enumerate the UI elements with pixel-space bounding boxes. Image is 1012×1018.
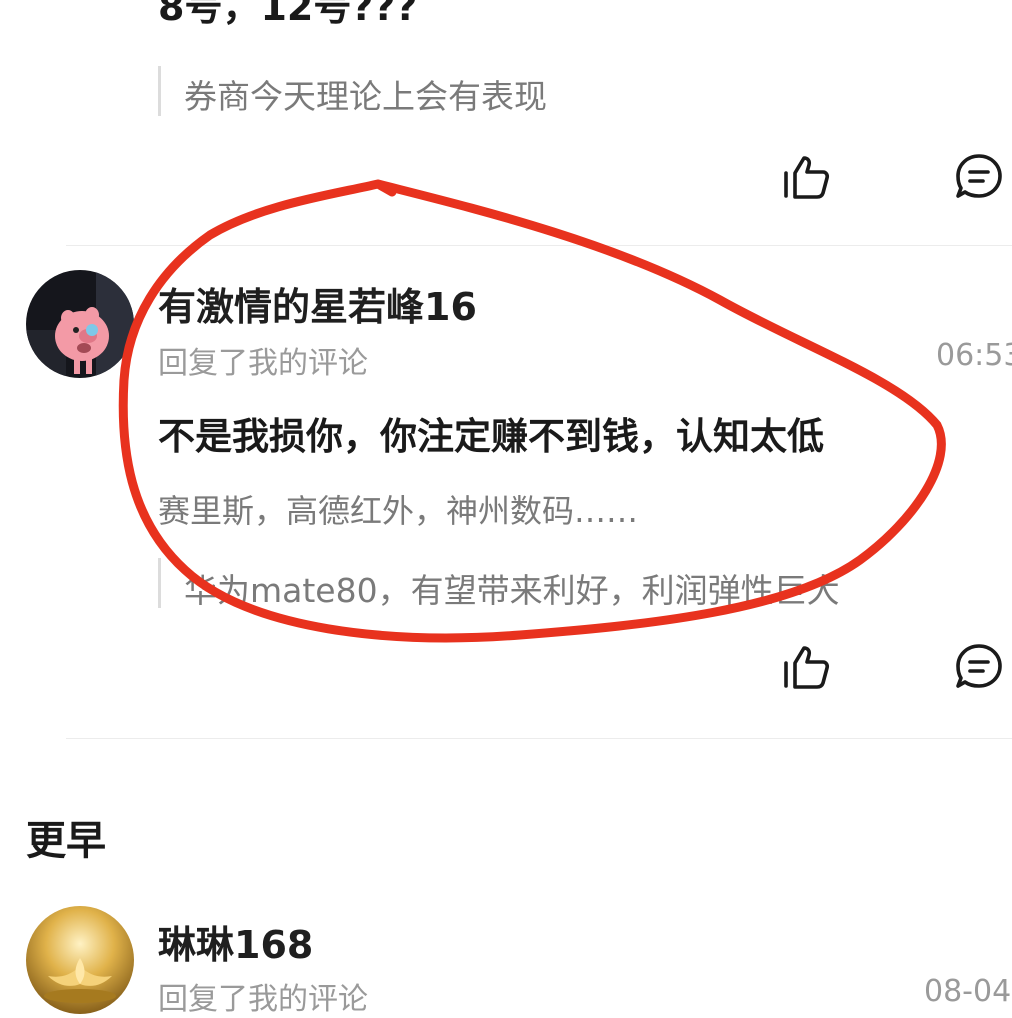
- comment-icon[interactable]: [952, 640, 1006, 694]
- timestamp: 08-04: [924, 974, 1012, 1009]
- quoted-post-text[interactable]: 华为mate80，有望带来利好，利润弹性巨大: [184, 564, 840, 612]
- divider: [66, 738, 1012, 739]
- like-icon[interactable]: [780, 150, 834, 204]
- username[interactable]: 琳琳168: [158, 914, 313, 969]
- quote-bar: [158, 558, 161, 608]
- avatar[interactable]: [26, 906, 134, 1014]
- like-icon[interactable]: [780, 640, 834, 694]
- timestamp: 06:53: [936, 338, 1012, 373]
- comment-icon[interactable]: [952, 150, 1006, 204]
- reply-text[interactable]: 不是我损你，你注定赚不到钱，认知太低: [158, 406, 824, 460]
- username[interactable]: 有激情的星若峰16: [158, 276, 477, 331]
- quote-bar: [158, 66, 161, 116]
- reply-subtitle: 回复了我的评论: [158, 346, 368, 381]
- divider: [66, 245, 1012, 246]
- section-title: 更早: [26, 818, 106, 864]
- reply-subtitle: 回复了我的评论: [158, 982, 368, 1017]
- previous-quote-text: 券商今天理论上会有表现: [184, 77, 547, 116]
- avatar[interactable]: [26, 270, 134, 378]
- original-comment-text[interactable]: 赛里斯，高德红外，神州数码……: [158, 486, 638, 532]
- previous-comment-text: 8号，12号???: [158, 0, 418, 29]
